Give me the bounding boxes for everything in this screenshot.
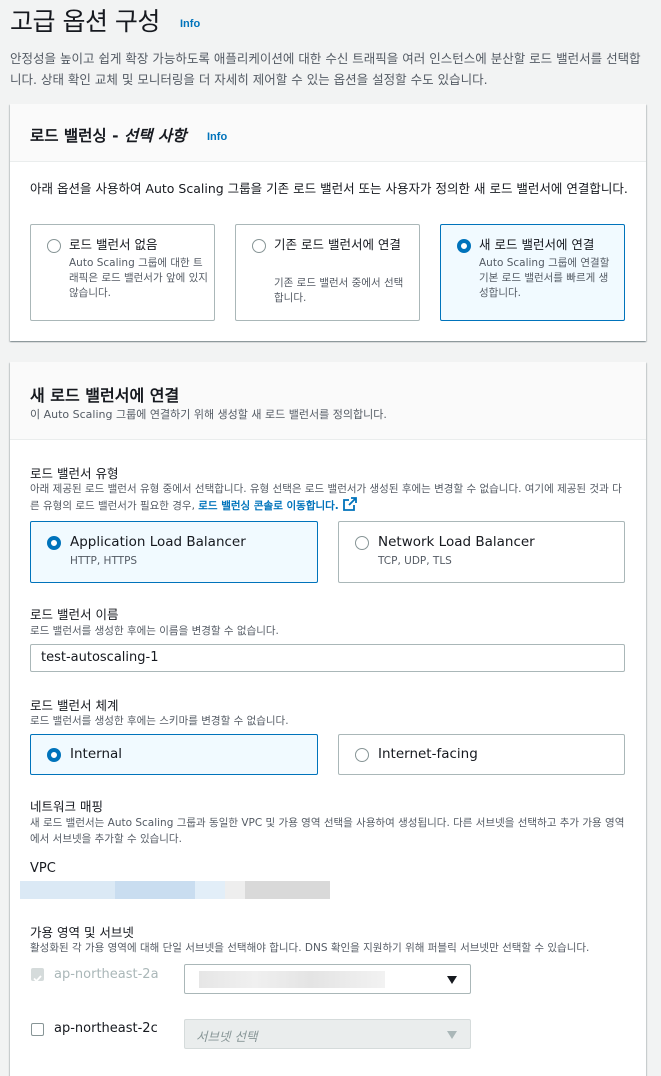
option-desc: Auto Scaling 그룹에 대한 트래픽은 로드 밸런서가 앞에 있지 않… — [69, 257, 208, 299]
load-balancing-description: 아래 옵션을 사용하여 Auto Scaling 그룹을 기존 로드 밸런서 또… — [30, 181, 628, 196]
option-desc: Auto Scaling 그룹에 연결할 기본 로드 밸런서를 빠르게 생성합니… — [479, 257, 610, 299]
option-label: 새 로드 밸런서에 연결 — [479, 237, 595, 252]
radio-scheme-internal[interactable] — [47, 748, 61, 762]
new-load-balancer-panel: 새 로드 밸런서에 연결 이 Auto Scaling 그룹에 연결하기 위해 … — [10, 362, 646, 1076]
load-balancing-header: 로드 밸런싱 - 선택 사항 Info — [10, 104, 646, 162]
radio-scheme-internet-facing[interactable] — [355, 748, 369, 762]
chevron-down-icon — [447, 1031, 457, 1039]
new-load-balancer-description: 이 Auto Scaling 그룹에 연결하기 위해 생성할 새 로드 밸런서를… — [30, 408, 387, 421]
lb-name-input[interactable]: test-autoscaling-1 — [30, 644, 625, 672]
radio-no-load-balancer[interactable] — [47, 239, 61, 253]
lb-name-label: 로드 밸런서 이름 — [30, 607, 119, 622]
lb-type-network-label: Network Load Balancer — [378, 534, 535, 550]
network-mapping-description: 새 로드 밸런서는 Auto Scaling 그룹과 동일한 VPC 및 가용 … — [30, 817, 625, 845]
lb-type-network[interactable]: Network Load Balancer TCP, UDP, TLS — [338, 521, 625, 583]
option-label: 로드 밸런서 없음 — [69, 237, 158, 252]
lb-type-application-label: Application Load Balancer — [70, 534, 246, 550]
option-existing-load-balancer[interactable]: 기존 로드 밸런서에 연결 기존 로드 밸런서 중에서 선택합니다. — [235, 224, 420, 321]
az-2a-label: ap-northeast-2a — [54, 967, 159, 982]
lb-console-link[interactable]: 로드 밸런싱 콘솔로 이동합니다. — [198, 500, 339, 512]
radio-existing-load-balancer[interactable] — [252, 239, 266, 253]
vpc-label: VPC — [30, 861, 56, 876]
option-new-load-balancer[interactable]: 새 로드 밸런서에 연결 Auto Scaling 그룹에 연결할 기본 로드 … — [440, 224, 625, 321]
lb-scheme-internal-label: Internal — [70, 746, 123, 762]
radio-application-lb[interactable] — [47, 536, 61, 550]
radio-new-load-balancer[interactable] — [457, 239, 471, 253]
lb-scheme-description: 로드 밸런서를 생성한 후에는 스키마를 변경할 수 없습니다. — [30, 715, 289, 727]
new-load-balancer-title: 새 로드 밸런서에 연결 — [30, 386, 180, 405]
option-label: 기존 로드 밸런서에 연결 — [274, 237, 401, 252]
az-2a-subnet-redacted — [199, 971, 385, 988]
load-balancing-title: 로드 밸런싱 - 선택 사항 — [30, 127, 187, 145]
lb-type-application-protocols: HTTP, HTTPS — [70, 555, 138, 567]
lb-type-label: 로드 밸런서 유형 — [30, 466, 119, 481]
load-balancing-panel: 로드 밸런싱 - 선택 사항 Info 아래 옵션을 사용하여 Auto Sca… — [10, 104, 646, 341]
az-label: 가용 영역 및 서브넷 — [30, 925, 134, 940]
az-2c-subnet-select[interactable]: 서브넷 선택 — [184, 1019, 471, 1049]
check-icon — [33, 975, 42, 983]
lb-scheme-internet-facing[interactable]: Internet-facing — [338, 734, 625, 775]
lb-scheme-label: 로드 밸런서 체계 — [30, 698, 119, 713]
lb-type-network-protocols: TCP, UDP, TLS — [378, 555, 452, 567]
az-2a-subnet-select[interactable] — [184, 964, 471, 994]
lb-type-description: 아래 제공된 로드 밸런서 유형 중에서 선택합니다. 유형 선택은 로드 밸런… — [30, 483, 622, 512]
page-title: 고급 옵션 구성 — [10, 7, 160, 36]
lb-scheme-internal[interactable]: Internal — [30, 734, 318, 775]
new-load-balancer-header: 새 로드 밸런서에 연결 이 Auto Scaling 그룹에 연결하기 위해 … — [10, 362, 646, 440]
lb-name-description: 로드 밸런서를 생성한 후에는 이름을 변경할 수 없습니다. — [30, 625, 279, 637]
network-mapping-label: 네트워크 매핑 — [30, 799, 103, 814]
az-2c-label: ap-northeast-2c — [54, 1021, 158, 1036]
radio-network-lb[interactable] — [355, 536, 369, 550]
load-balancing-info-link[interactable]: Info — [207, 131, 227, 143]
page-info-link[interactable]: Info — [180, 18, 200, 30]
option-desc: 기존 로드 밸런서 중에서 선택합니다. — [274, 277, 404, 304]
external-link-icon[interactable] — [342, 497, 357, 511]
option-no-load-balancer[interactable]: 로드 밸런서 없음 Auto Scaling 그룹에 대한 트래픽은 로드 밸런… — [30, 224, 215, 321]
lb-type-application[interactable]: Application Load Balancer HTTP, HTTPS — [30, 521, 318, 583]
chevron-down-icon — [447, 976, 457, 984]
lb-scheme-internet-facing-label: Internet-facing — [378, 746, 478, 762]
az-2c-subnet-placeholder: 서브넷 선택 — [196, 1029, 258, 1044]
az-2c-checkbox[interactable] — [31, 1023, 44, 1036]
az-2a-checkbox[interactable] — [31, 968, 44, 983]
page-description: 안정성을 높이고 쉽게 확장 가능하도록 애플리케이션에 대한 수신 트래픽을 … — [10, 51, 641, 87]
az-description: 활성화된 각 가용 영역에 대해 단일 서브넷을 선택해야 합니다. DNS 확… — [30, 942, 590, 954]
